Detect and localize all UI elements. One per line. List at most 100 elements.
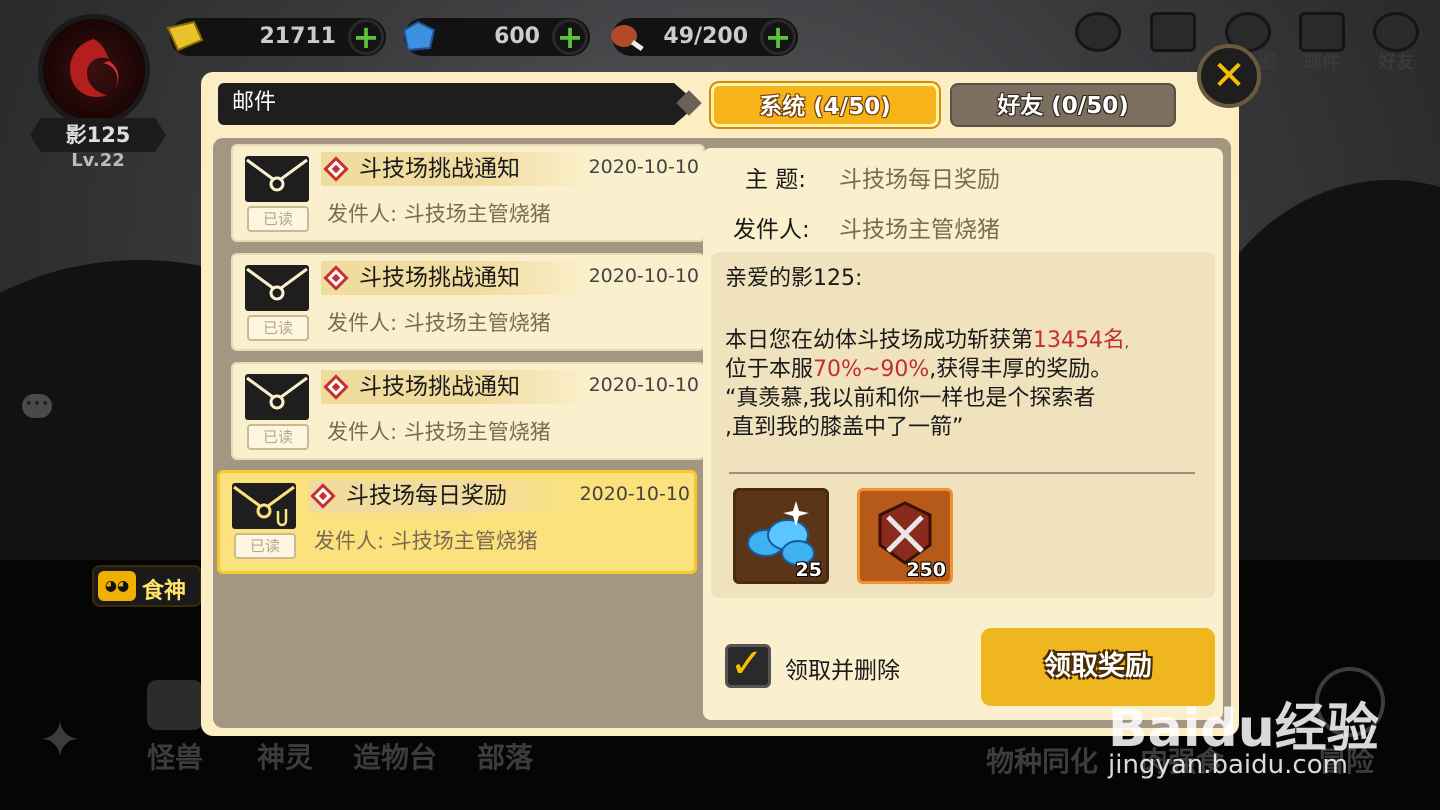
- mail-sender: 发件人: 斗技场主管烧猪: [314, 529, 538, 553]
- reward-slot[interactable]: 25: [733, 488, 829, 584]
- checkmark-icon: ✓: [730, 641, 764, 687]
- subject-value: 斗技场每日奖励: [839, 167, 1000, 193]
- message-line-2-end: ,获得丰厚的奖励。: [929, 357, 1113, 382]
- tab-tribe-label: 部落: [476, 741, 533, 774]
- player-level: Lv.22: [71, 150, 125, 171]
- meat-icon: [611, 25, 644, 52]
- mail-title-banner: 斗技场挑战通知: [321, 261, 591, 295]
- chat-icon[interactable]: •••: [22, 394, 52, 418]
- message-greeting: 亲爱的影125:: [725, 266, 863, 291]
- message-line-3: “真羡慕,我以前和你一样也是个探索者: [725, 386, 1096, 411]
- notice-diamond-icon: [323, 265, 349, 291]
- sage-icon: [1075, 12, 1121, 52]
- read-badge: 已读: [247, 424, 309, 450]
- mail-title: 斗技场挑战通知: [359, 374, 520, 400]
- notice-diamond-icon: [323, 374, 349, 400]
- tab-monster-label: 怪兽: [146, 741, 203, 774]
- friends-icon: [1373, 12, 1419, 52]
- close-icon: ✕: [1212, 53, 1246, 99]
- message-divider: [729, 472, 1195, 474]
- meat-resource: 49/200 +: [611, 18, 798, 56]
- gem-resource: 600 +: [402, 18, 590, 56]
- food-god-label: 食神: [142, 579, 187, 604]
- subject-label: 主 题:: [745, 167, 807, 193]
- shuriken-icon[interactable]: ✦: [30, 710, 90, 770]
- message-line-4: ,直到我的膝盖中了一箭”: [725, 415, 964, 440]
- mail-title: 斗技场挑战通知: [359, 156, 520, 182]
- read-badge: 已读: [247, 315, 309, 341]
- watermark-url: jingyan.baidu.com: [1108, 750, 1348, 780]
- mail-detail-panel: 主 题: 斗技场每日奖励 发件人: 斗技场主管烧猪 亲爱的影125: 本日您在幼…: [703, 148, 1223, 720]
- dragon-emblem-icon: [70, 39, 119, 97]
- gem-value: 600: [494, 24, 540, 49]
- mail-dialog: 邮件 系统 (4/50) 好友 (0/50) ✕ 已读 斗技场挑战通知 2020…: [201, 44, 1261, 736]
- sender-label: 发件人:: [733, 217, 810, 243]
- claim-and-delete-checkbox[interactable]: ✓: [725, 641, 771, 688]
- mail-title: 斗技场每日奖励: [346, 483, 507, 509]
- add-gold-button[interactable]: +: [348, 19, 384, 55]
- mail-date: 2020-10-10: [579, 483, 690, 505]
- friends-label: 好友: [1378, 52, 1414, 73]
- mail-list-item[interactable]: 已读 斗技场挑战通知 2020-10-10 发件人: 斗技场主管烧猪: [231, 362, 705, 460]
- mail-list-item-selected[interactable]: 已读 斗技场每日奖励 2020-10-10 发件人: 斗技场主管烧猪: [217, 470, 697, 574]
- read-badge: 已读: [234, 533, 296, 559]
- notice-diamond-icon: [310, 483, 336, 509]
- meat-value: 49/200: [663, 24, 748, 49]
- message-line-2: 位于本服70%~90%,获得丰厚的奖励。: [725, 355, 1112, 384]
- player-avatar[interactable]: [38, 14, 150, 126]
- message-line-1-text: 本日您在幼体斗技场成功斩获第: [725, 328, 1034, 353]
- add-meat-button[interactable]: +: [760, 19, 796, 55]
- message-line-1: 本日您在幼体斗技场成功斩获第13454名,: [725, 326, 1129, 358]
- mail-sender: 发件人: 斗技场主管烧猪: [327, 420, 551, 444]
- mail-label: 邮件: [1304, 52, 1340, 73]
- tab-spirit-label: 神灵: [256, 741, 313, 774]
- reward-slot[interactable]: 250: [857, 488, 953, 584]
- echo-icon: [1150, 12, 1196, 52]
- server-percentile: 70%~90%: [813, 357, 930, 382]
- sage-label: 智者: [1080, 52, 1116, 73]
- close-button[interactable]: ✕: [1197, 44, 1261, 108]
- chef-icon: ◕◕: [98, 571, 136, 601]
- mail-sender: 发件人: 斗技场主管烧猪: [327, 202, 551, 226]
- envelope-icon: [245, 156, 309, 202]
- envelope-attachment-icon: [232, 483, 296, 529]
- envelope-icon: [245, 374, 309, 420]
- gold-resource: 21711 +: [166, 18, 386, 56]
- add-gem-button[interactable]: +: [552, 19, 588, 55]
- arena-rank: 13454名: [1033, 328, 1126, 353]
- sage-button[interactable]: 智者: [1070, 12, 1126, 74]
- mail-date: 2020-10-10: [588, 156, 699, 178]
- dialog-title-bar: 邮件: [218, 83, 698, 125]
- mail-button[interactable]: 邮件: [1294, 12, 1350, 74]
- read-badge: 已读: [247, 206, 309, 232]
- gold-icon: [166, 20, 204, 52]
- tab-system[interactable]: 系统 (4/50): [711, 83, 939, 127]
- monster-icon: [147, 680, 203, 730]
- message-line-1-end: ,: [1125, 336, 1129, 350]
- food-god-badge[interactable]: ◕◕ 食神: [92, 565, 202, 607]
- tab-forge-label: 造物台: [352, 741, 437, 774]
- envelope-icon: [245, 265, 309, 311]
- mail-list-item[interactable]: 已读 斗技场挑战通知 2020-10-10 发件人: 斗技场主管烧猪: [231, 144, 705, 242]
- mail-list-item[interactable]: 已读 斗技场挑战通知 2020-10-10 发件人: 斗技场主管烧猪: [231, 253, 705, 351]
- reward-count: 250: [906, 559, 946, 581]
- mail-sender: 发件人: 斗技场主管烧猪: [327, 311, 551, 335]
- echo-label: 回响: [1155, 52, 1191, 73]
- mail-date: 2020-10-10: [588, 374, 699, 396]
- gold-value: 21711: [259, 24, 336, 49]
- friends-button[interactable]: 好友: [1368, 12, 1424, 74]
- tab-friends[interactable]: 好友 (0/50): [950, 83, 1176, 127]
- species-assimilate-button[interactable]: 物种同化: [986, 740, 1098, 780]
- gem-icon: [402, 20, 436, 52]
- mail-date: 2020-10-10: [588, 265, 699, 287]
- sender-value: 斗技场主管烧猪: [839, 217, 1000, 243]
- baidu-watermark: Baidu经验 jingyan.baidu.com: [1100, 670, 1430, 790]
- mail-title-banner: 斗技场挑战通知: [321, 370, 591, 404]
- claim-and-delete-label: 领取并删除: [785, 658, 900, 684]
- message-line-2-text: 位于本服: [725, 357, 814, 382]
- echo-button[interactable]: 回响: [1145, 12, 1201, 74]
- message-body: 亲爱的影125: 本日您在幼体斗技场成功斩获第13454名, 位于本服70%~9…: [711, 252, 1215, 598]
- dialog-title: 邮件: [232, 90, 277, 115]
- notice-diamond-icon: [323, 156, 349, 182]
- mail-title-banner: 斗技场挑战通知: [321, 152, 591, 186]
